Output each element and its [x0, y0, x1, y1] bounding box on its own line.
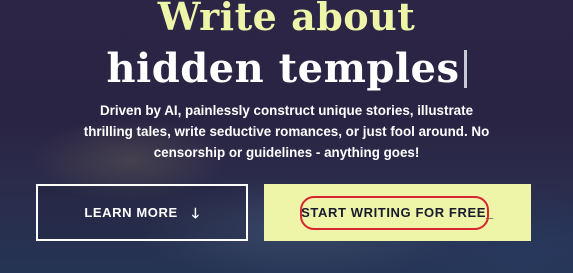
start-writing-button[interactable]: START WRITING FOR FREE_ — [264, 184, 531, 241]
headline-line-2: hidden temples — [0, 44, 573, 94]
headline-line-2-text: hidden temples — [106, 45, 460, 92]
learn-more-button[interactable]: LEARN MORE 🡓 — [36, 184, 248, 241]
start-writing-label: START WRITING FOR FREE_ — [301, 205, 494, 220]
arrow-down-icon: 🡓 — [191, 204, 200, 221]
learn-more-label: LEARN MORE — [84, 205, 178, 220]
hero-description: Driven by AI, painlessly construct uniqu… — [83, 103, 490, 160]
typing-caret — [463, 50, 467, 88]
headline-line-1: Write about — [157, 0, 416, 39]
